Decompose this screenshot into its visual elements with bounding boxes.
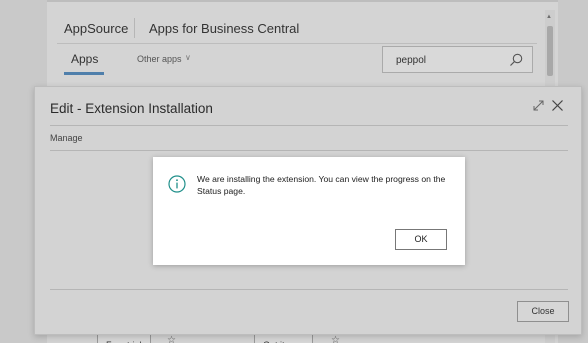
ok-button[interactable]: OK: [395, 229, 447, 250]
close-icon[interactable]: [551, 99, 564, 112]
section-divider: [50, 150, 568, 151]
other-apps-dropdown[interactable]: Other apps: [137, 54, 182, 64]
free-trial-button[interactable]: Free trial: [97, 334, 151, 343]
star-icon[interactable]: ☆: [167, 335, 176, 343]
dialog-title: Edit - Extension Installation: [50, 101, 213, 116]
manage-section-label[interactable]: Manage: [50, 133, 83, 143]
page-top-border: [47, 0, 558, 2]
search-box[interactable]: peppol: [382, 46, 533, 73]
message-text: We are installing the extension. You can…: [197, 174, 446, 196]
search-icon[interactable]: [508, 52, 524, 68]
header-divider-line: [57, 43, 537, 44]
scroll-up-arrow-icon[interactable]: ▲: [546, 14, 552, 20]
star-icon[interactable]: ☆: [331, 335, 340, 343]
appsource-header: AppSource Apps for Business Central: [47, 12, 558, 44]
tab-apps-underline: [64, 72, 104, 75]
scrollbar-thumb[interactable]: [547, 26, 553, 76]
message-box: We are installing the extension. You can…: [153, 157, 465, 265]
chevron-down-icon[interactable]: ∨: [185, 53, 191, 62]
close-button[interactable]: Close: [517, 301, 569, 322]
info-icon: [168, 175, 186, 193]
expand-icon[interactable]: [532, 99, 545, 112]
search-input[interactable]: peppol: [396, 55, 426, 66]
footer-divider: [50, 289, 568, 290]
dialog-title-divider: [50, 125, 568, 126]
appsource-brand[interactable]: AppSource: [64, 21, 128, 36]
page-title: Apps for Business Central: [149, 21, 300, 36]
header-divider: [134, 18, 135, 38]
get-it-now-button[interactable]: Get it now: [254, 334, 313, 343]
